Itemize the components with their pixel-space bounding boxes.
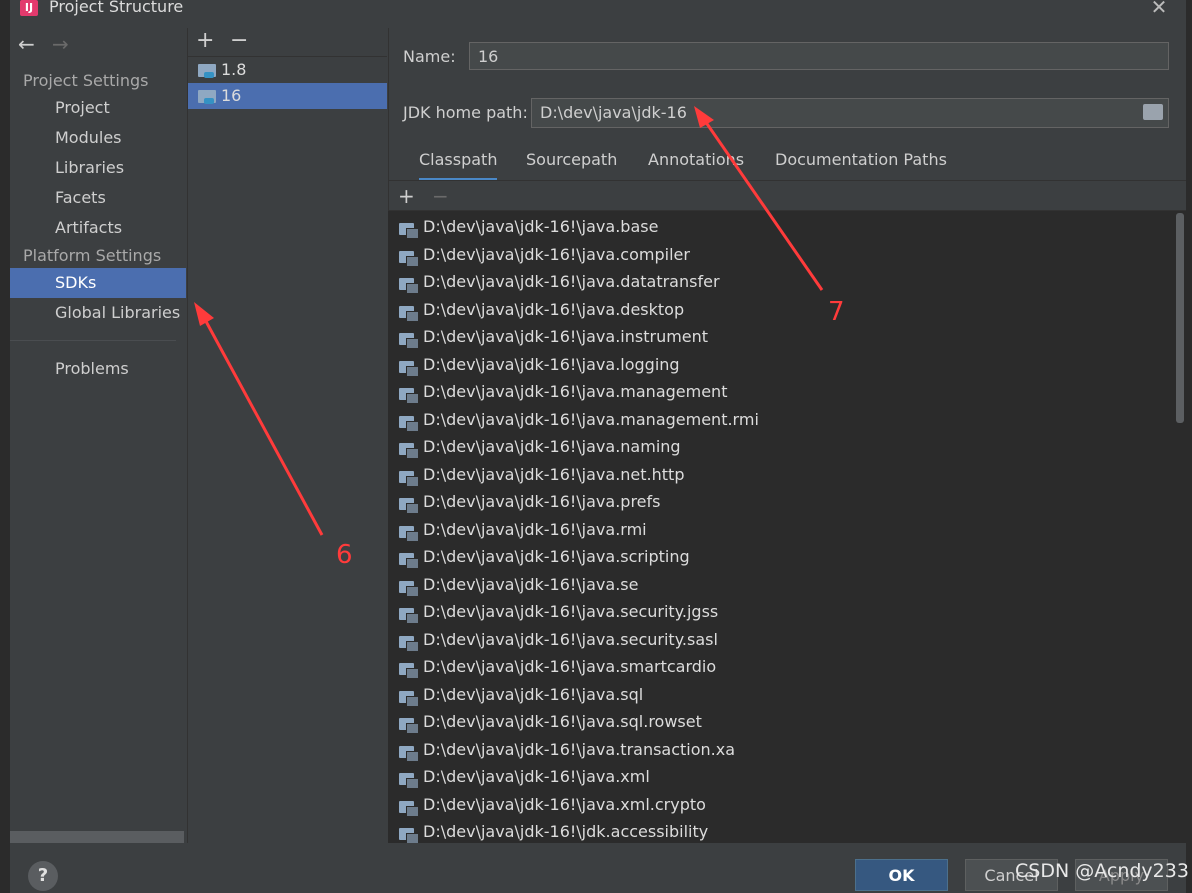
annotation-label-6: 6 bbox=[336, 540, 353, 570]
annotation-arrows bbox=[194, 106, 824, 536]
annotation-arrowhead-6 bbox=[194, 302, 214, 326]
annotation-arrow-6 bbox=[200, 313, 324, 536]
annotation-label-7: 7 bbox=[828, 297, 845, 327]
annotation-arrow-7 bbox=[701, 117, 824, 291]
annotation-arrowhead-7 bbox=[694, 106, 714, 128]
